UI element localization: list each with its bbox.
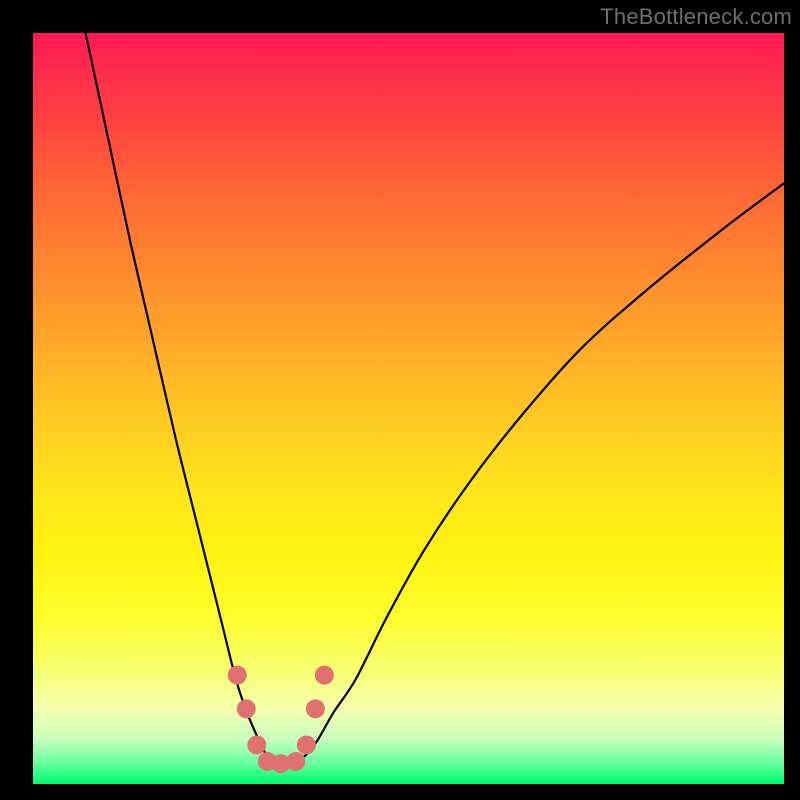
marker-point bbox=[306, 699, 325, 718]
bottleneck-curve bbox=[86, 33, 784, 764]
curve-markers bbox=[228, 666, 334, 774]
marker-point bbox=[228, 666, 247, 685]
app-frame: TheBottleneck.com bbox=[0, 0, 800, 800]
marker-point bbox=[286, 752, 305, 771]
chart-plot-area bbox=[33, 33, 784, 784]
bottleneck-chart bbox=[33, 33, 784, 784]
marker-point bbox=[237, 699, 256, 718]
marker-point bbox=[297, 735, 316, 754]
watermark-text: TheBottleneck.com bbox=[600, 4, 792, 30]
marker-point bbox=[247, 735, 266, 754]
marker-point bbox=[315, 666, 334, 685]
